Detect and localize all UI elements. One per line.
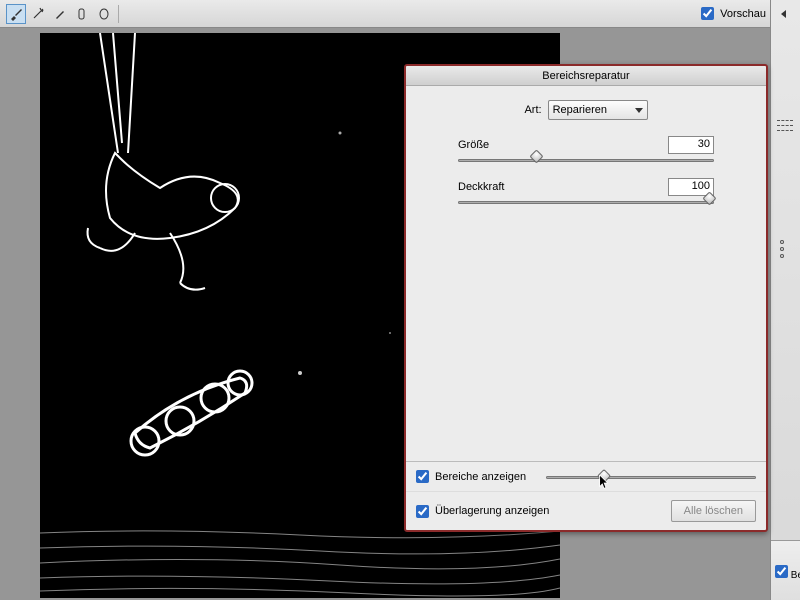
size-row: Größe 30 [458, 136, 714, 164]
preview-label: Vorschau [720, 8, 766, 20]
oval-tool[interactable] [94, 4, 114, 24]
rail-accordion-icon[interactable] [777, 120, 793, 131]
opacity-slider[interactable] [458, 198, 714, 206]
wand-tool[interactable] [28, 4, 48, 24]
clear-all-button[interactable]: Alle löschen [671, 500, 756, 522]
type-select-value: Reparieren [553, 104, 607, 116]
preview-checkbox[interactable] [701, 7, 714, 20]
size-label: Größe [458, 139, 489, 151]
panel-title: Bereichsreparatur [406, 66, 766, 86]
rail-bottom-panel: Bereich [771, 540, 800, 600]
area-repair-panel: Bereichsreparatur Art: Reparieren Größe … [404, 64, 768, 532]
panel-footer: Bereiche anzeigen Überlagerung anzeigen … [406, 461, 766, 530]
chevron-down-icon [635, 108, 643, 113]
type-row: Art: Reparieren [428, 100, 744, 120]
opacity-label: Deckkraft [458, 181, 504, 193]
separator [118, 5, 119, 23]
type-select[interactable]: Reparieren [548, 100, 648, 120]
opacity-row: Deckkraft 100 [458, 178, 714, 206]
panel-body: Art: Reparieren Größe 30 Deckkraft 100 [406, 86, 766, 461]
brush-tool[interactable] [6, 4, 26, 24]
show-areas-checkbox[interactable] [416, 470, 429, 483]
pen-tool[interactable] [50, 4, 70, 24]
right-rail: Bereich [770, 0, 800, 600]
show-areas-label: Bereiche anzeigen [435, 471, 526, 483]
size-value[interactable]: 30 [668, 136, 714, 154]
show-overlay-label: Überlagerung anzeigen [435, 505, 549, 517]
smudge-tool[interactable] [72, 4, 92, 24]
type-label: Art: [524, 104, 541, 116]
show-areas-row: Bereiche anzeigen [406, 462, 766, 491]
show-areas-slider[interactable] [546, 473, 756, 481]
size-slider[interactable] [458, 156, 714, 164]
toolbar: Vorschau [0, 0, 800, 28]
rail-dots-icon [780, 240, 784, 258]
show-areas-thumb[interactable] [597, 468, 611, 482]
collapse-arrow-icon[interactable] [781, 10, 786, 18]
show-overlay-checkbox[interactable] [416, 505, 429, 518]
rail-bottom-label: Bereich [791, 570, 800, 581]
rail-bottom-checkbox[interactable] [775, 565, 788, 578]
tool-group [6, 4, 114, 24]
show-overlay-row: Überlagerung anzeigen Alle löschen [406, 491, 766, 530]
